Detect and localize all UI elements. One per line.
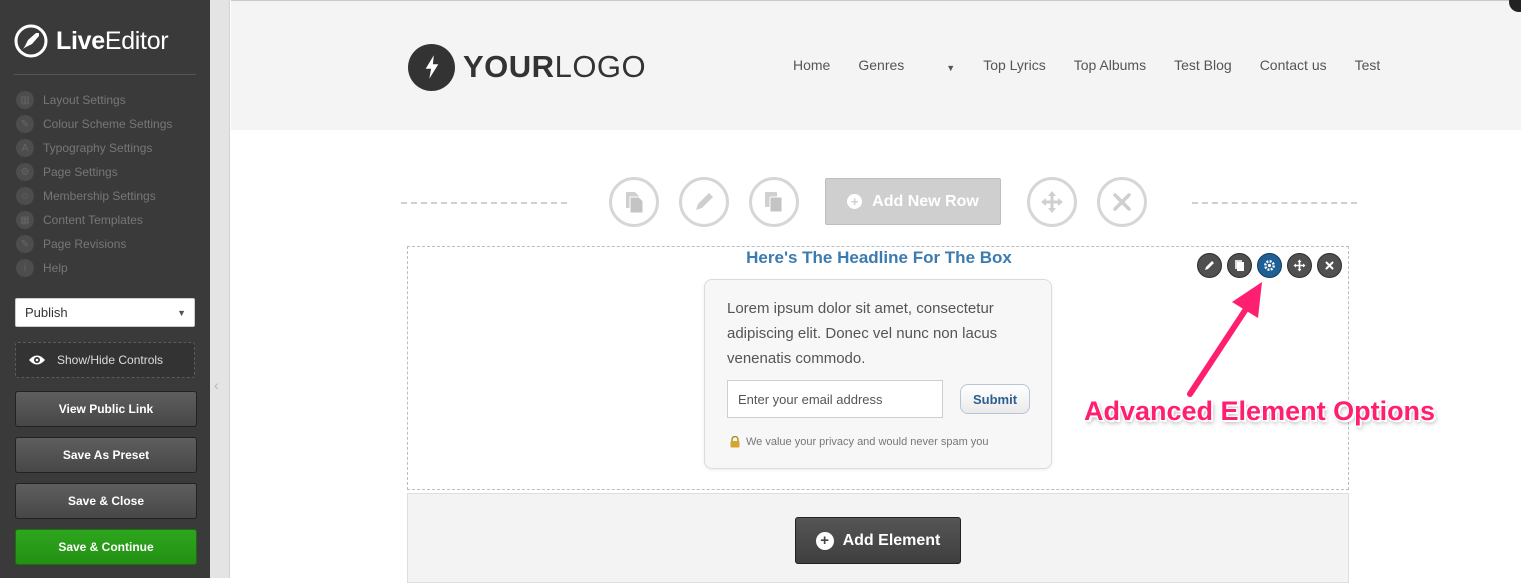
element-delete-button[interactable]	[1317, 253, 1342, 278]
chevron-down-icon: ▼	[177, 308, 186, 318]
row-copy-button[interactable]	[749, 177, 799, 227]
site-logo[interactable]: YOURLOGO	[408, 43, 646, 91]
eye-icon	[29, 355, 45, 365]
lock-icon	[730, 436, 740, 448]
duplicate-icon	[626, 192, 644, 214]
copy-icon	[1235, 260, 1244, 271]
menu-item-page-settings[interactable]: ⚙ Page Settings	[16, 160, 172, 184]
sidebar-collapse-handle[interactable]: ‹	[210, 0, 230, 578]
brand-name: LiveEditor	[56, 26, 169, 55]
menu-item-colour-scheme[interactable]: ✎ Colour Scheme Settings	[16, 112, 172, 136]
plus-icon: +	[847, 194, 863, 209]
main-nav: Home Genres ▼ Top Lyrics Top Albums Test …	[793, 57, 1380, 73]
close-icon	[1113, 193, 1131, 211]
divider	[401, 202, 567, 204]
divider	[1192, 202, 1357, 204]
menu-item-help[interactable]: i Help	[16, 256, 172, 280]
menu-item-layout-settings[interactable]: ▥ Layout Settings	[16, 88, 172, 112]
element-advanced-options-button[interactable]	[1257, 253, 1282, 278]
users-icon: ☺	[16, 187, 34, 205]
pencil-icon	[696, 193, 713, 210]
element-toolbar	[1197, 253, 1347, 278]
row-delete-button[interactable]	[1097, 177, 1147, 227]
menu-item-content-templates[interactable]: ▦ Content Templates	[16, 208, 172, 232]
element-edit-button[interactable]	[1197, 253, 1222, 278]
status-select[interactable]: Publish ▼	[15, 298, 195, 327]
add-element-button[interactable]: + Add Element	[795, 517, 961, 564]
settings-menu: ▥ Layout Settings ✎ Colour Scheme Settings…	[16, 88, 172, 280]
info-icon: i	[16, 259, 34, 277]
site-header: YOURLOGO Home Genres ▼ Top Lyrics Top Alb…	[231, 0, 1521, 130]
grid-icon: ▦	[16, 211, 34, 229]
nav-top-lyrics[interactable]: Top Lyrics	[983, 57, 1046, 73]
row-duplicate-button[interactable]	[609, 177, 659, 227]
plus-icon: +	[815, 531, 834, 550]
move-icon	[1041, 191, 1063, 213]
annotation-label: Advanced Element Options	[1084, 396, 1436, 426]
typography-icon: A	[16, 139, 34, 157]
gear-icon: ⚙	[16, 163, 34, 181]
nav-top-albums[interactable]: Top Albums	[1074, 57, 1146, 73]
brush-icon: ✎	[16, 115, 34, 133]
chevron-left-icon: ‹	[214, 377, 219, 393]
email-field[interactable]: Enter your email address	[727, 380, 943, 418]
save-and-continue-button[interactable]: Save & Continue	[15, 529, 197, 565]
editor-sidebar: LiveEditor ▥ Layout Settings ✎ Colour Sche…	[0, 0, 210, 578]
divider	[14, 74, 196, 75]
menu-item-membership[interactable]: ☺ Membership Settings	[16, 184, 172, 208]
submit-button[interactable]: Submit	[960, 384, 1030, 414]
annotation-arrow	[1187, 282, 1262, 397]
save-and-close-button[interactable]: Save & Close	[15, 483, 197, 519]
liveeditor-brand: LiveEditor	[14, 24, 169, 58]
optin-form-box: Lorem ipsum dolor sit amet, consectetur …	[704, 279, 1052, 469]
bolt-icon	[408, 43, 455, 91]
close-icon	[1325, 261, 1334, 270]
show-hide-controls-button[interactable]: Show/Hide Controls	[15, 342, 195, 378]
caret-down-icon: ▼	[946, 63, 956, 73]
row-edit-button[interactable]	[679, 177, 729, 227]
save-as-preset-button[interactable]: Save As Preset	[15, 437, 197, 473]
nav-contact-us[interactable]: Contact us	[1260, 57, 1327, 73]
pencil-icon: ✎	[16, 235, 34, 253]
rocket-logo-icon	[14, 24, 48, 58]
layout-icon: ▥	[16, 91, 34, 109]
row-move-button[interactable]	[1027, 177, 1077, 227]
element-move-button[interactable]	[1287, 253, 1312, 278]
view-public-link-button[interactable]: View Public Link	[15, 391, 197, 427]
add-new-row-button[interactable]: + Add New Row	[825, 178, 1001, 225]
privacy-note: We value your privacy and would never sp…	[729, 436, 989, 448]
nav-genres[interactable]: Genres ▼	[858, 57, 955, 73]
logo-text: YOURLOGO	[463, 49, 647, 84]
move-icon	[1293, 259, 1306, 272]
gear-icon	[1264, 260, 1275, 271]
menu-item-page-revisions[interactable]: ✎ Page Revisions	[16, 232, 172, 256]
nav-test[interactable]: Test	[1355, 57, 1381, 73]
nav-test-blog[interactable]: Test Blog	[1174, 57, 1232, 73]
nav-home[interactable]: Home	[793, 57, 830, 73]
optin-body-text: Lorem ipsum dolor sit amet, consectetur …	[727, 300, 998, 367]
pencil-icon	[1205, 261, 1214, 270]
menu-item-typography[interactable]: A Typography Settings	[16, 136, 172, 160]
element-copy-button[interactable]	[1227, 253, 1252, 278]
copy-icon	[765, 192, 783, 213]
